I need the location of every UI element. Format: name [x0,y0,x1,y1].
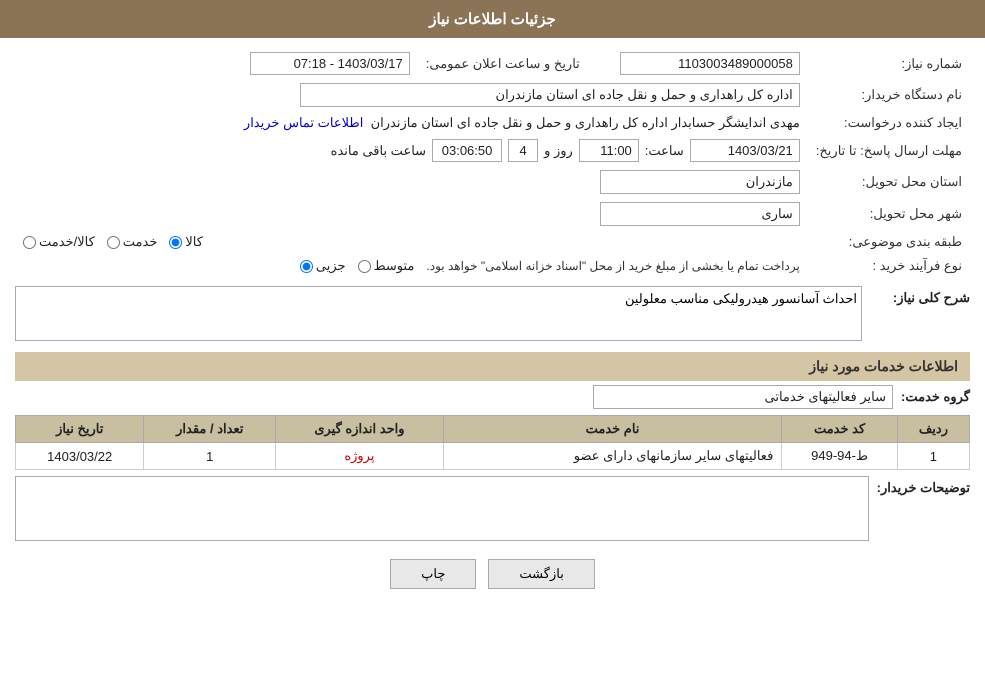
deadline-days-display: 4 [508,139,538,162]
purchase-partial-label: جزيی [316,258,346,274]
row-creator: ايجاد کننده درخواست: مهدی اندايشگر حسابد… [15,111,970,135]
deadline-date-display: 1403/03/21 [690,139,800,162]
category-goods-service-item: کالا/خدمت [23,234,95,250]
deadline-day-label: روز و [544,143,573,159]
buyer-org-value: اداره کل راهداری و حمل و نقل جاده ای است… [15,79,808,111]
creator-label: ايجاد کننده درخواست: [808,111,970,135]
need-description-row: شرح کلی نياز: احداث آسانسور هيدروليکی من… [15,286,970,344]
contact-info-link[interactable]: اطلاعات تماس خريدار [244,115,363,130]
table-cell-date: 1403/03/22 [16,443,144,470]
col-service-code: کد خدمت [782,416,898,443]
category-goods-radio[interactable] [169,236,182,249]
row-delivery-province: استان محل تحويل: مازندران [15,166,970,198]
table-row: 1ط-94-949فعاليتهای ساير سازمانهای دارای … [16,443,970,470]
delivery-province-value: مازندران [15,166,808,198]
page-wrapper: جزئيات اطلاعات نياز شماره نياز: 11030034… [0,0,985,691]
need-description-area: احداث آسانسور هيدروليکی مناسب معلولين [15,286,862,344]
buyer-notes-label: توضيحات خريدار: [877,476,970,496]
services-section-header: اطلاعات خدمات مورد نياز [15,352,970,381]
purchase-medium-radio[interactable] [358,260,371,273]
table-cell-row_num: 1 [897,443,969,470]
row-need-number: شماره نياز: 1103003489000058 تاريخ و ساع… [15,48,970,79]
service-group-row: گروه خدمت: ساير فعاليتهای خدماتی [15,385,970,409]
row-buyer-org: نام دستگاه خريدار: اداره کل راهداری و حم… [15,79,970,111]
category-service-item: خدمت [107,234,158,250]
service-group-label: گروه خدمت: [901,389,970,405]
purchase-medium-item: متوسط [358,258,415,274]
buyer-notes-row: توضيحات خريدار: [15,476,970,544]
page-header: جزئيات اطلاعات نياز [0,0,985,38]
delivery-province-label: استان محل تحويل: [808,166,970,198]
announcement-date-label: تاريخ و ساعت اعلان عمومی: [418,48,588,79]
col-quantity: تعداد / مقدار [144,416,276,443]
print-button[interactable]: چاپ [390,559,476,589]
category-radio-group: کالا/خدمت خدمت کالا [23,234,800,250]
purchase-type-label: نوع فرآيند خريد : [808,254,970,278]
creator-value: مهدی اندايشگر حسابدار اداره کل راهداری و… [15,111,808,135]
row-purchase-type: نوع فرآيند خريد : جزيی متوسط پرداخت تمام… [15,254,970,278]
deadline-time-label: ساعت: [645,143,684,159]
need-number-value: 1103003489000058 [588,48,808,79]
category-goods-service-label: کالا/خدمت [39,234,95,250]
buyer-notes-textarea[interactable] [15,476,869,541]
announcement-date-value: 1403/03/17 - 07:18 [15,48,418,79]
deadline-time-display: 11:00 [579,139,639,162]
col-date: تاريخ نياز [16,416,144,443]
bottom-buttons: بازگشت چاپ [15,559,970,589]
content-area: شماره نياز: 1103003489000058 تاريخ و ساع… [0,38,985,619]
creator-name: مهدی اندايشگر حسابدار اداره کل راهداری و… [367,115,800,130]
announcement-date-display: 1403/03/17 - 07:18 [250,52,410,75]
category-goods-item: کالا [169,234,203,250]
purchase-type-options: جزيی متوسط پرداخت تمام يا بخشی از مبلغ خ… [15,254,808,278]
services-table-header-row: رديف کد خدمت نام خدمت واحد اندازه گيری ت… [16,416,970,443]
need-description-label: شرح کلی نياز: [870,286,970,306]
deadline-label: مهلت ارسال پاسخ: تا تاريخ: [808,135,970,166]
buyer-notes-area [15,476,869,544]
services-table-body: 1ط-94-949فعاليتهای ساير سازمانهای دارای … [16,443,970,470]
category-label: طبقه بندی موضوعی: [808,230,970,254]
deadline-remaining-display: 03:06:50 [432,139,502,162]
info-table: شماره نياز: 1103003489000058 تاريخ و ساع… [15,48,970,278]
category-goods-service-radio[interactable] [23,236,36,249]
category-goods-label: کالا [185,234,203,250]
service-group-display: ساير فعاليتهای خدماتی [593,385,893,409]
purchase-type-note: پرداخت تمام يا بخشی از مبلغ خريد از محل … [426,259,799,273]
purchase-medium-label: متوسط [374,258,415,274]
services-table-head: رديف کد خدمت نام خدمت واحد اندازه گيری ت… [16,416,970,443]
col-service-name: نام خدمت [443,416,782,443]
delivery-province-display: مازندران [600,170,800,194]
need-description-textarea[interactable]: احداث آسانسور هيدروليکی مناسب معلولين [15,286,862,341]
purchase-partial-item: جزيی [300,258,346,274]
category-service-label: خدمت [123,234,158,250]
buyer-org-display: اداره کل راهداری و حمل و نقل جاده ای است… [300,83,800,107]
table-cell-service_code: ط-94-949 [782,443,898,470]
row-category: طبقه بندی موضوعی: کالا/خدمت خدمت کالا [15,230,970,254]
purchase-partial-radio[interactable] [300,260,313,273]
delivery-city-label: شهر محل تحويل: [808,198,970,230]
buyer-org-label: نام دستگاه خريدار: [808,79,970,111]
back-button[interactable]: بازگشت [488,559,594,589]
table-cell-service_name: فعاليتهای ساير سازمانهای دارای عضو [443,443,782,470]
category-service-radio[interactable] [107,236,120,249]
table-cell-quantity: 1 [144,443,276,470]
deadline-remaining-label: ساعت باقی مانده [331,143,426,159]
deadline-values: 1403/03/21 ساعت: 11:00 روز و 4 03:06:50 … [15,135,808,166]
delivery-city-value: ساری [15,198,808,230]
delivery-city-display: ساری [600,202,800,226]
table-cell-unit: پروژه [276,443,444,470]
col-row-num: رديف [897,416,969,443]
category-options: کالا/خدمت خدمت کالا [15,230,808,254]
services-table: رديف کد خدمت نام خدمت واحد اندازه گيری ت… [15,415,970,470]
row-deadline: مهلت ارسال پاسخ: تا تاريخ: 1403/03/21 سا… [15,135,970,166]
col-unit: واحد اندازه گيری [276,416,444,443]
need-number-label: شماره نياز: [808,48,970,79]
page-title: جزئيات اطلاعات نياز [429,11,556,28]
need-number-display: 1103003489000058 [620,52,800,75]
row-delivery-city: شهر محل تحويل: ساری [15,198,970,230]
